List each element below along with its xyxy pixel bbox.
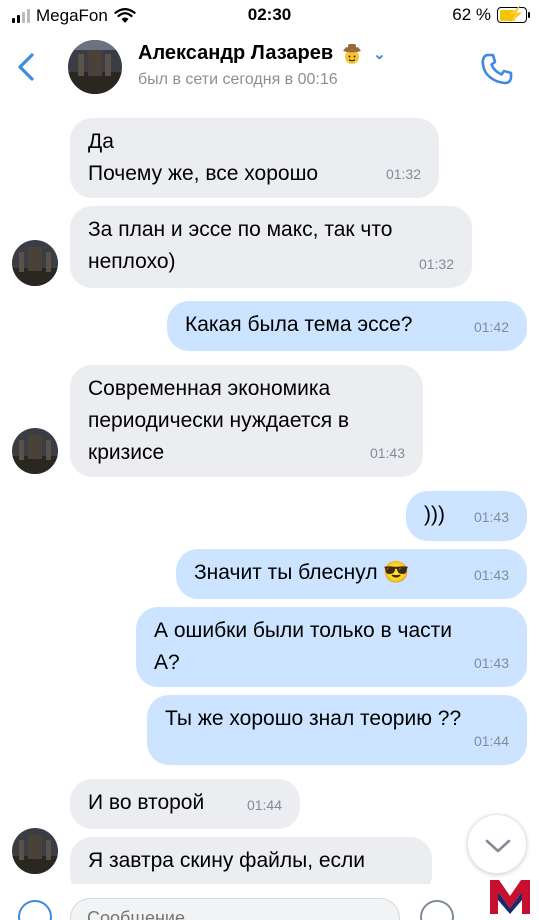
message-text: А ошибки были только в части А? bbox=[154, 619, 453, 674]
status-right: 62 % ⚡ bbox=[452, 5, 530, 25]
phone-icon[interactable] bbox=[479, 51, 515, 87]
scroll-down-button[interactable] bbox=[467, 814, 527, 874]
message-list[interactable]: Да Почему же, все хорошо 01:32 За план и… bbox=[0, 104, 539, 884]
message-text: Значит ты блеснул 😎 bbox=[194, 561, 410, 584]
message-time: 01:43 bbox=[473, 567, 509, 583]
message-text: Ты же хорошо знал теорию ?? bbox=[165, 707, 462, 730]
chevron-down-icon bbox=[485, 839, 511, 853]
status-bar: MegaFon 02:30 62 % ⚡ bbox=[0, 0, 539, 32]
message-input[interactable] bbox=[70, 898, 400, 920]
message-time: 01:44 bbox=[473, 733, 509, 749]
emoji-icon[interactable] bbox=[420, 900, 454, 920]
message-text: Какая была тема эссе? bbox=[185, 313, 413, 336]
cowboy-emoji-icon bbox=[343, 43, 362, 64]
message-bubble-outgoing[interactable]: Ты же хорошо знал теорию ?? 01:44 bbox=[147, 695, 527, 765]
message-bubble-outgoing[interactable]: А ошибки были только в части А? 01:43 bbox=[136, 607, 527, 687]
last-seen-status: был в сети сегодня в 00:16 bbox=[138, 71, 338, 88]
message-bubble-outgoing[interactable]: Значит ты блеснул 😎 01:43 bbox=[176, 549, 527, 599]
message-bubble-incoming[interactable]: Современная экономика периодически нужда… bbox=[70, 365, 423, 477]
message-time: 01:32 bbox=[385, 166, 421, 182]
message-text: Современная экономика периодически нужда… bbox=[88, 377, 350, 464]
message-time: 01:43 bbox=[473, 655, 509, 671]
message-text: Да Почему же, все хорошо bbox=[88, 130, 319, 185]
message-bubble-outgoing[interactable]: ))) 01:43 bbox=[406, 491, 527, 541]
message-time: 01:44 bbox=[246, 797, 282, 813]
message-bubble-incoming[interactable]: И во второй 01:44 bbox=[70, 779, 300, 829]
battery-percent: 62 % bbox=[452, 5, 491, 24]
contact-avatar-small[interactable] bbox=[12, 240, 58, 286]
back-icon[interactable] bbox=[14, 50, 40, 84]
message-text: Я завтра скину файлы, если bbox=[88, 849, 366, 872]
chevron-down-icon[interactable]: ⌄ bbox=[373, 45, 386, 63]
attach-icon[interactable] bbox=[18, 900, 52, 920]
contact-avatar[interactable] bbox=[68, 40, 122, 94]
watermark-logo bbox=[490, 880, 530, 914]
contact-avatar-small[interactable] bbox=[12, 828, 58, 874]
chat-header: Александр Лазарев ⌄ был в сети сегодня в… bbox=[0, 32, 539, 104]
message-time: 01:43 bbox=[369, 445, 405, 461]
message-text: За план и эссе по макс, так что неплохо) bbox=[88, 218, 393, 273]
message-time: 01:43 bbox=[473, 509, 509, 525]
message-bubble-incoming[interactable]: Да Почему же, все хорошо 01:32 bbox=[70, 118, 439, 198]
contact-name-text: Александр Лазарев bbox=[138, 42, 334, 64]
message-bubble-outgoing[interactable]: Какая была тема эссе? 01:42 bbox=[167, 301, 527, 351]
message-bubble-incoming[interactable]: За план и эссе по макс, так что неплохо)… bbox=[70, 206, 472, 288]
contact-avatar-small[interactable] bbox=[12, 428, 58, 474]
contact-name[interactable]: Александр Лазарев ⌄ bbox=[138, 42, 386, 65]
message-time: 01:42 bbox=[473, 319, 509, 335]
message-input-bar bbox=[0, 884, 539, 920]
battery-icon: ⚡ bbox=[497, 6, 530, 23]
message-time: 01:32 bbox=[418, 256, 454, 272]
message-bubble-incoming[interactable]: Я завтра скину файлы, если bbox=[70, 837, 432, 884]
